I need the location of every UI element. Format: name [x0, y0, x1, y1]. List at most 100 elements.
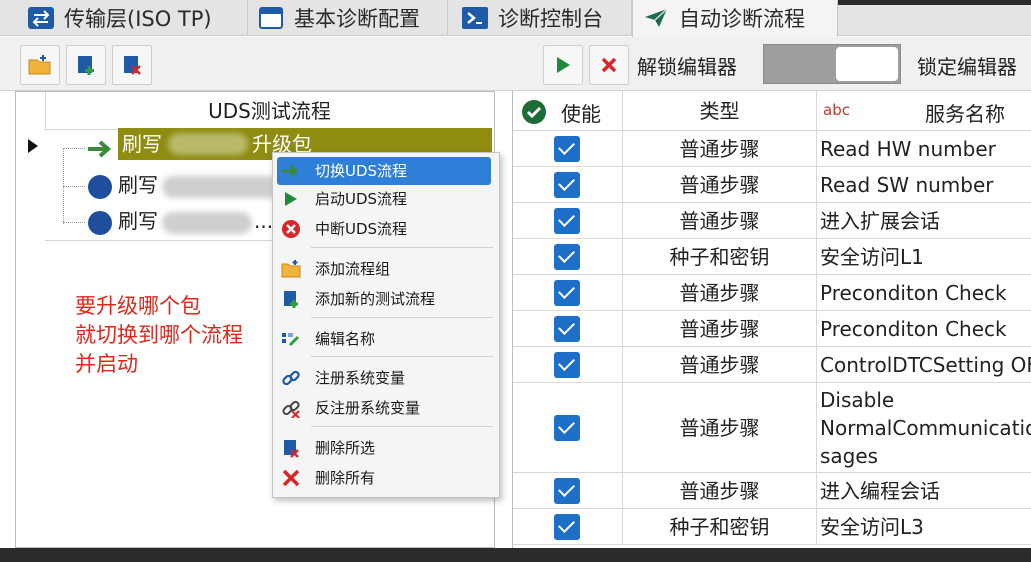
tab-basic-config[interactable]: 基本诊断配置 [248, 0, 448, 36]
tab-label: 诊断控制台 [498, 7, 603, 31]
tree-line [63, 148, 85, 149]
column-header-enabled[interactable]: 使能 [513, 91, 623, 131]
type-cell: 普通步骤 [623, 383, 817, 473]
enabled-checkbox[interactable] [554, 415, 580, 441]
annotation-note: 要升级哪个包 就切换到哪个流程 并启动 [75, 292, 243, 379]
enabled-checkbox[interactable] [554, 478, 580, 504]
type-cell: 种子和密钥 [623, 509, 817, 545]
add-file-icon [78, 56, 94, 75]
menu-separator [311, 426, 493, 427]
paper-plane-icon [643, 7, 669, 29]
menu-item-add-group[interactable]: 添加流程组 [273, 255, 499, 283]
type-cell: 种子和密钥 [623, 239, 817, 275]
tree-row-label: 刷写 [122, 132, 162, 156]
add-flow-button[interactable] [66, 45, 106, 85]
tree-row[interactable]: 刷写 [118, 169, 312, 201]
enabled-checkbox[interactable] [554, 514, 580, 540]
menu-item-edit-name[interactable]: 编辑名称 [273, 325, 499, 353]
enabled-cell [513, 383, 623, 473]
menu-item-switch-flow[interactable]: 切换UDS流程 [277, 157, 491, 185]
enabled-cell [513, 275, 623, 311]
start-button[interactable] [543, 45, 583, 85]
link-icon [282, 370, 300, 386]
enabled-cell [513, 131, 623, 167]
service-name-cell: 进入编程会话 [817, 473, 1031, 509]
edit-name-icon [282, 333, 300, 347]
service-name-cell: Read HW number [817, 131, 1031, 167]
row-indicator-icon [28, 139, 38, 153]
add-file-icon [284, 291, 298, 308]
enabled-checkbox[interactable] [554, 352, 580, 378]
service-name-cell: 进入扩展会话 [817, 203, 1031, 239]
tree-row[interactable]: 刷写 ... [118, 205, 273, 237]
enabled-checkbox[interactable] [554, 280, 580, 306]
enabled-cell [513, 239, 623, 275]
menu-item-stop-flow[interactable]: 中断UDS流程 [273, 215, 499, 243]
tab-label: 传输层(ISO TP) [64, 7, 212, 31]
menu-item-register-var[interactable]: 注册系统变量 [273, 364, 499, 392]
redacted-text [168, 133, 248, 155]
play-icon [557, 57, 570, 73]
tab-diag-console[interactable]: 诊断控制台 [452, 0, 632, 36]
redacted-text [162, 212, 252, 234]
service-name-line: NormalCommunication [820, 416, 1031, 440]
unlink-icon [282, 400, 300, 418]
delete-all-icon [282, 469, 300, 487]
service-name-cell: Preconditon Check [817, 275, 1031, 311]
delete-file-icon [124, 56, 141, 75]
abc-text-icon: abc [823, 101, 850, 119]
enabled-checkbox[interactable] [554, 136, 580, 162]
menu-item-add-test-flow[interactable]: 添加新的测试流程 [273, 285, 499, 313]
stop-button[interactable] [589, 45, 629, 85]
service-name-cell: 安全访问L3 [817, 509, 1031, 545]
tab-label: 自动诊断流程 [679, 6, 805, 31]
enabled-checkbox[interactable] [554, 172, 580, 198]
flow-node-icon [88, 211, 112, 235]
add-group-button[interactable] [20, 45, 60, 85]
column-header-type[interactable]: 类型 [623, 91, 817, 131]
console-icon [462, 7, 488, 29]
tab-iso-tp[interactable]: 传输层(ISO TP) [18, 0, 248, 36]
close-icon [601, 57, 617, 73]
enabled-checkbox[interactable] [554, 316, 580, 342]
menu-item-delete-all[interactable]: 删除所有 [273, 464, 499, 492]
delete-flow-button[interactable] [112, 45, 152, 85]
folder-add-icon [281, 260, 301, 278]
tree-row-label-suffix: ... [254, 209, 274, 233]
menu-item-start-flow[interactable]: 启动UDS流程 [273, 185, 499, 213]
service-name-cell: Disable NormalCommunication sages [817, 383, 1031, 473]
toggle-knob[interactable] [836, 47, 898, 81]
service-name-cell: ControlDTCSetting OFF [817, 347, 1031, 383]
tab-label: 基本诊断配置 [294, 7, 420, 31]
annotation-line: 就切换到哪个流程 [75, 323, 243, 347]
enabled-cell [513, 347, 623, 383]
enabled-cell [513, 509, 623, 545]
editor-lock-toggle[interactable] [763, 44, 901, 84]
check-circle-icon [522, 100, 546, 124]
enabled-checkbox[interactable] [554, 244, 580, 270]
menu-separator [311, 247, 493, 248]
tree-header: UDS测试流程 [45, 92, 493, 130]
tree-line [63, 222, 85, 223]
annotation-line: 要升级哪个包 [75, 294, 201, 318]
service-name-cell: Read SW number [817, 167, 1031, 203]
unlock-editor-label: 解锁编辑器 [637, 55, 737, 79]
context-menu: 切换UDS流程 启动UDS流程 中断UDS流程 添加流程组 添加新的测试流程 编… [272, 152, 500, 498]
menu-item-delete-selected[interactable]: 删除所选 [273, 434, 499, 462]
type-cell: 普通步骤 [623, 347, 817, 383]
green-arrow-icon [282, 164, 299, 178]
menu-separator [311, 317, 493, 318]
menu-item-unregister-var[interactable]: 反注册系统变量 [273, 394, 499, 422]
column-header-service-name[interactable]: abc 服务名称 [817, 91, 1031, 131]
enabled-cell [513, 167, 623, 203]
type-cell: 普通步骤 [623, 167, 817, 203]
enabled-checkbox[interactable] [554, 208, 580, 234]
tab-auto-diag-flow[interactable]: 自动诊断流程 [632, 0, 838, 37]
menu-separator [311, 356, 493, 357]
tab-strip: 传输层(ISO TP) 基本诊断配置 诊断控制台 自动诊断流程 [0, 0, 1031, 37]
stop-circle-icon [282, 220, 300, 238]
window-frame-top [838, 0, 1031, 5]
step-grid: 使能 类型 abc 服务名称 普通步骤 Read HW number 普通步骤 Rea… [512, 91, 1031, 548]
tree-line [63, 186, 85, 187]
window-icon [258, 7, 284, 29]
